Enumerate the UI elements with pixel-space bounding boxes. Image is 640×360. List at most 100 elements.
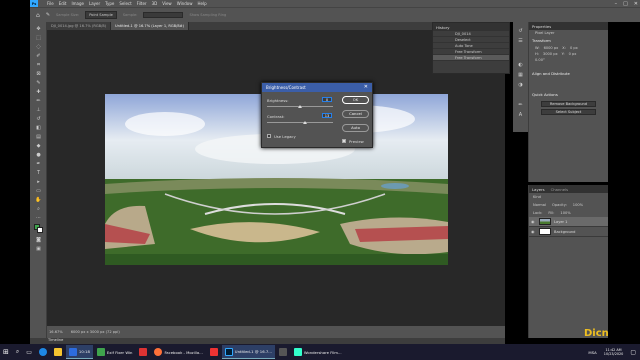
show-sampling-ring[interactable]: Show Sampling Ring xyxy=(189,13,226,17)
eye-icon[interactable]: ◉ xyxy=(531,219,536,224)
dodge-tool-icon[interactable]: ● xyxy=(35,152,42,158)
brush-tool-icon[interactable]: ✏ xyxy=(35,98,42,104)
quick-mask-icon[interactable]: ◙ xyxy=(35,237,42,243)
eyedropper-tool-icon[interactable]: ✎ xyxy=(35,80,42,86)
properties-panel-icon[interactable]: ☰ xyxy=(517,38,524,44)
crop-tool-icon[interactable]: ⌗ xyxy=(35,62,42,68)
menu-file[interactable]: File xyxy=(47,1,54,6)
taskbar-app-firefox[interactable]: Facebook - Mozilla... xyxy=(151,345,205,359)
x-value[interactable]: 0 px xyxy=(570,46,578,50)
character-panel-icon[interactable]: A xyxy=(517,112,524,118)
marquee-tool-icon[interactable]: ⬚ xyxy=(35,35,42,41)
edge-button[interactable] xyxy=(36,345,50,359)
gradient-tool-icon[interactable]: ▤ xyxy=(35,134,42,140)
frame-tool-icon[interactable]: ⊠ xyxy=(35,71,42,77)
layer-filter-kind[interactable]: Kind xyxy=(529,193,608,201)
menu-type[interactable]: Type xyxy=(105,1,114,6)
type-tool-icon[interactable]: T xyxy=(35,170,42,176)
ok-button[interactable]: OK xyxy=(342,96,369,104)
tab-layers[interactable]: Layers xyxy=(532,187,545,192)
fill-value[interactable]: 100% xyxy=(560,211,570,215)
tab-channels[interactable]: Channels xyxy=(551,187,569,192)
use-legacy-checkbox[interactable] xyxy=(267,134,271,138)
history-row-selected[interactable]: Free Transform xyxy=(433,55,509,61)
layer-row-background[interactable]: ◉ Background xyxy=(529,227,608,237)
swatches-panel-icon[interactable]: ▦ xyxy=(517,72,524,78)
align-distribute-section[interactable]: Align and Distribute xyxy=(529,69,608,78)
sample-size-select[interactable]: Point Sample xyxy=(85,11,117,19)
select-subject-button[interactable]: Select Subject xyxy=(541,109,596,115)
system-clock[interactable]: 11:42 AM 10/23/2020 xyxy=(601,345,627,359)
taskbar-app-gray[interactable] xyxy=(276,345,290,359)
pen-tool-icon[interactable]: ✒ xyxy=(35,161,42,167)
notification-button[interactable]: ▢ xyxy=(627,345,639,359)
blend-mode-select[interactable]: Normal xyxy=(533,203,546,207)
quick-actions-section[interactable]: Quick Actions xyxy=(529,90,608,99)
menu-image[interactable]: Image xyxy=(71,1,84,6)
preview-checkbox[interactable] xyxy=(342,139,346,143)
background-color-swatch[interactable] xyxy=(37,227,43,233)
task-view-button[interactable]: ▭ xyxy=(23,345,35,359)
eyedropper-icon[interactable]: ✎ xyxy=(46,12,50,18)
taskbar-app-filmora[interactable]: Wondershare Film... xyxy=(291,345,345,359)
start-button[interactable]: ⊞ xyxy=(0,345,12,359)
brushes-panel-icon[interactable]: ✏ xyxy=(517,102,524,108)
home-icon[interactable]: ⌂ xyxy=(36,12,40,19)
contrast-slider-knob[interactable] xyxy=(303,121,307,124)
tab-untitled-1[interactable]: Untitled-1 @ 16.7% (Layer 1, RGB/8#) xyxy=(111,22,190,30)
brightness-input[interactable]: 0 xyxy=(322,97,332,102)
blur-tool-icon[interactable]: ◆ xyxy=(35,143,42,149)
sample-select[interactable] xyxy=(143,12,184,18)
dialog-title-bar[interactable]: Brightness/Contrast ✕ xyxy=(262,83,372,92)
zoom-level[interactable]: 16.67% xyxy=(49,330,63,334)
taskbar-app-clock[interactable]: 10:18 xyxy=(65,345,93,359)
taskbar-app-exif[interactable]: Exif Fixer Win xyxy=(94,345,136,359)
search-button[interactable]: ⌕ xyxy=(13,345,22,359)
explorer-button[interactable] xyxy=(51,345,65,359)
menu-select[interactable]: Select xyxy=(119,1,131,6)
taskbar-app-photoshop[interactable]: Untitled-1 @ 16.7... xyxy=(221,345,275,359)
quick-select-tool-icon[interactable]: ✐ xyxy=(35,53,42,59)
menu-filter[interactable]: Filter xyxy=(137,1,147,6)
menu-3d[interactable]: 3D xyxy=(152,1,158,6)
taskbar-app-acrobat[interactable] xyxy=(207,345,221,359)
h-value[interactable]: 3000 px xyxy=(543,52,558,56)
y-value[interactable]: 0 px xyxy=(569,52,577,56)
stamp-tool-icon[interactable]: ⊥ xyxy=(35,107,42,113)
remove-background-button[interactable]: Remove Background xyxy=(541,101,596,107)
move-tool-icon[interactable]: ✥ xyxy=(35,26,42,32)
menu-edit[interactable]: Edit xyxy=(59,1,67,6)
menu-help[interactable]: Help xyxy=(197,1,206,6)
eraser-tool-icon[interactable]: ◧ xyxy=(35,125,42,131)
shape-tool-icon[interactable]: ▭ xyxy=(35,188,42,194)
contrast-input[interactable]: 13 xyxy=(322,113,332,118)
healing-tool-icon[interactable]: ✚ xyxy=(35,89,42,95)
brightness-slider-knob[interactable] xyxy=(298,105,302,108)
cancel-button[interactable]: Cancel xyxy=(342,110,369,118)
close-icon[interactable]: ✕ xyxy=(634,1,638,7)
timeline-label[interactable]: Timeline xyxy=(48,338,63,342)
color-panel-icon[interactable]: ◐ xyxy=(517,62,524,68)
maximize-icon[interactable]: □ xyxy=(623,1,628,7)
layer-row-layer-1[interactable]: ◉ Layer 1 xyxy=(529,217,608,227)
dialog-close-icon[interactable]: ✕ xyxy=(364,83,368,92)
screen-mode-icon[interactable]: ▣ xyxy=(35,246,42,252)
eye-icon[interactable]: ◉ xyxy=(531,229,536,234)
minimize-icon[interactable]: – xyxy=(615,1,618,7)
path-select-icon[interactable]: ▸ xyxy=(35,179,42,185)
hand-tool-icon[interactable]: ✋ xyxy=(35,197,42,203)
history-panel-icon[interactable]: ↺ xyxy=(517,28,524,34)
transform-section[interactable]: Transform xyxy=(529,36,608,45)
more-tools-icon[interactable]: ⋯ xyxy=(35,215,42,221)
auto-button[interactable]: Auto xyxy=(342,124,369,132)
lasso-tool-icon[interactable]: ◌ xyxy=(35,44,42,50)
menu-layer[interactable]: Layer xyxy=(89,1,100,6)
menu-window[interactable]: Window xyxy=(177,1,193,6)
contrast-slider[interactable] xyxy=(267,122,333,123)
language-indicator[interactable]: MSA xyxy=(585,345,599,359)
w-value[interactable]: 6000 px xyxy=(544,46,559,50)
adjustments-panel-icon[interactable]: ◑ xyxy=(517,82,524,88)
zoom-tool-icon[interactable]: ⌕ xyxy=(35,206,42,212)
angle-value[interactable]: 0.00° xyxy=(529,57,608,63)
history-brush-icon[interactable]: ↺ xyxy=(35,116,42,122)
